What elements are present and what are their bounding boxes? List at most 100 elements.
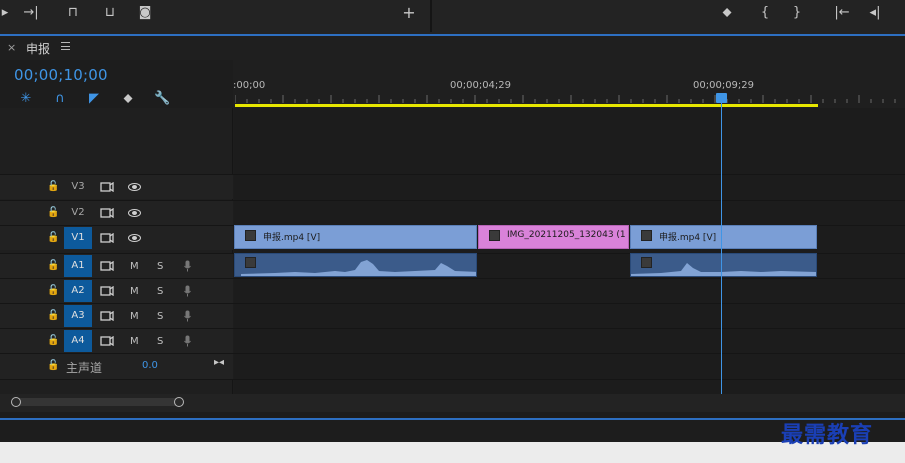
track-name-a2[interactable]: A2 (64, 280, 92, 302)
lock-icon[interactable]: 🔓 (47, 335, 59, 346)
sync-lock-icon[interactable] (100, 311, 114, 321)
clip-label: 申报.mp4 [V] (263, 233, 321, 243)
track-name-a1[interactable]: A1 (64, 255, 92, 277)
sync-lock-icon[interactable] (100, 261, 114, 271)
snap-magnet-icon[interactable]: ∩ (52, 91, 68, 107)
mute-button[interactable]: M (130, 286, 139, 297)
fx-icon (245, 230, 256, 241)
add-marker-icon[interactable]: ⬥ (120, 91, 136, 107)
track-header-v2: 🔓 V2 (0, 201, 233, 225)
playhead-timecode[interactable]: 00;00;10;00 (14, 66, 108, 84)
ruler-label-mid: 00;00;04;29 (450, 80, 512, 91)
eye-visibility-icon[interactable] (128, 234, 141, 242)
divider (430, 0, 432, 32)
track-name-v2[interactable]: V2 (64, 202, 92, 224)
sequence-tab[interactable]: 申报 (26, 40, 50, 57)
clip-audio-1[interactable] (234, 253, 477, 277)
camera-icon[interactable]: ◙ (136, 4, 154, 22)
go-to-in-icon[interactable]: |← (832, 4, 852, 22)
work-area-bar[interactable] (235, 104, 818, 107)
track-header-a2: 🔓 A2 M S (0, 279, 233, 303)
premiere-timeline-window: { "sequence": { "name": "申报", "timecode"… (0, 0, 905, 463)
horizontal-scrollbar[interactable] (12, 398, 182, 406)
sync-lock-icon[interactable] (100, 182, 114, 192)
clip-video-1[interactable]: 申报.mp4 [V] (234, 225, 477, 249)
fx-icon (489, 230, 500, 241)
eye-visibility-icon[interactable] (128, 209, 141, 217)
track-name-v3[interactable]: V3 (64, 176, 92, 198)
ruler-label-end: 00;00;09;29 (693, 80, 755, 91)
page-footer (0, 442, 905, 463)
scrollbar-end-handle[interactable] (174, 397, 184, 407)
track-name-a3[interactable]: A3 (64, 305, 92, 327)
track-header-a3: 🔓 A3 M S (0, 304, 233, 328)
nest-sequence-icon[interactable]: ✳ (18, 91, 34, 107)
solo-button[interactable]: S (157, 311, 163, 322)
microphone-icon[interactable] (184, 285, 191, 297)
playhead-handle[interactable] (716, 93, 727, 103)
track-row-v2: 🔓 V2 (0, 200, 905, 225)
mark-out-icon[interactable]: } (790, 4, 804, 22)
audio-waveform (241, 260, 476, 276)
eye-visibility-icon[interactable] (128, 183, 141, 191)
track-header-a4: 🔓 A4 M S (0, 329, 233, 353)
lock-icon[interactable]: 🔓 (47, 360, 59, 371)
lock-icon[interactable]: 🔓 (47, 232, 59, 243)
clip-label: 申报.mp4 [V] (659, 233, 717, 243)
clip-video-2[interactable]: 申报.mp4 [V] (630, 225, 817, 249)
lock-icon[interactable]: 🔓 (47, 207, 59, 218)
track-name-a4[interactable]: A4 (64, 330, 92, 352)
track-row-a2: 🔓 A2 M S (0, 278, 905, 303)
track-name-v1[interactable]: V1 (64, 227, 92, 249)
close-tab-icon[interactable]: × (7, 41, 16, 54)
playhead-line[interactable] (721, 98, 722, 394)
mute-button[interactable]: M (130, 336, 139, 347)
mute-button[interactable]: M (130, 261, 139, 272)
fx-icon (641, 230, 652, 241)
track-header-v3: 🔓 V3 (0, 175, 233, 199)
lock-icon[interactable]: 🔓 (47, 310, 59, 321)
ruler-label-start: :00;00 (233, 80, 266, 91)
master-track-label: 主声道 (66, 361, 103, 375)
lower-panel (0, 420, 905, 442)
clip-label: IMG_20211205_132043 (1).jp (507, 230, 625, 240)
lift-icon[interactable]: ⊓ (62, 4, 84, 22)
lock-icon[interactable]: 🔓 (47, 260, 59, 271)
master-volume-value[interactable]: 0.0 (142, 360, 158, 371)
microphone-icon[interactable] (184, 310, 191, 322)
sync-lock-icon[interactable] (100, 208, 114, 218)
wrench-settings-icon[interactable]: 🔧 (154, 91, 170, 107)
microphone-icon[interactable] (184, 335, 191, 347)
marker-icon[interactable]: ⬥ (719, 4, 735, 22)
track-row-a4: 🔓 A4 M S (0, 328, 905, 353)
track-header-master: 🔓 主声道 0.0 ▸◂ (0, 354, 233, 379)
step-forward-icon[interactable]: ▸ (0, 4, 10, 22)
add-button-icon[interactable]: + (400, 4, 418, 22)
lock-icon[interactable]: 🔓 (47, 285, 59, 296)
go-to-out-icon[interactable]: →| (22, 4, 40, 22)
clip-image-1[interactable]: IMG_20211205_132043 (1).jp (478, 225, 629, 249)
sync-lock-icon[interactable] (100, 336, 114, 346)
track-row-a3: 🔓 A3 M S (0, 303, 905, 328)
scrollbar-start-handle[interactable] (11, 397, 21, 407)
solo-button[interactable]: S (157, 261, 163, 272)
step-back-icon[interactable]: ◂| (866, 4, 884, 22)
sync-lock-icon[interactable] (100, 233, 114, 243)
mark-in-icon[interactable]: { (758, 4, 772, 22)
track-row-end (0, 379, 905, 394)
extract-icon[interactable]: ⊔ (99, 4, 121, 22)
sync-lock-icon[interactable] (100, 286, 114, 296)
linked-selection-icon[interactable]: ◤ (86, 91, 102, 107)
master-expand-icon[interactable]: ▸◂ (214, 357, 224, 368)
clip-audio-2[interactable] (630, 253, 817, 277)
transport-toolbar: ▸ →| ⊓ ⊔ ◙ + ⬥ { } |← ◂| (0, 0, 905, 34)
track-row-v3: 🔓 V3 (0, 174, 905, 200)
track-header-v1: 🔓 V1 (0, 226, 233, 250)
solo-button[interactable]: S (157, 336, 163, 347)
solo-button[interactable]: S (157, 286, 163, 297)
lock-icon[interactable]: 🔓 (47, 181, 59, 192)
panel-menu-icon[interactable] (61, 42, 70, 50)
microphone-icon[interactable] (184, 260, 191, 272)
track-row-master: 🔓 主声道 0.0 ▸◂ (0, 353, 905, 379)
mute-button[interactable]: M (130, 311, 139, 322)
